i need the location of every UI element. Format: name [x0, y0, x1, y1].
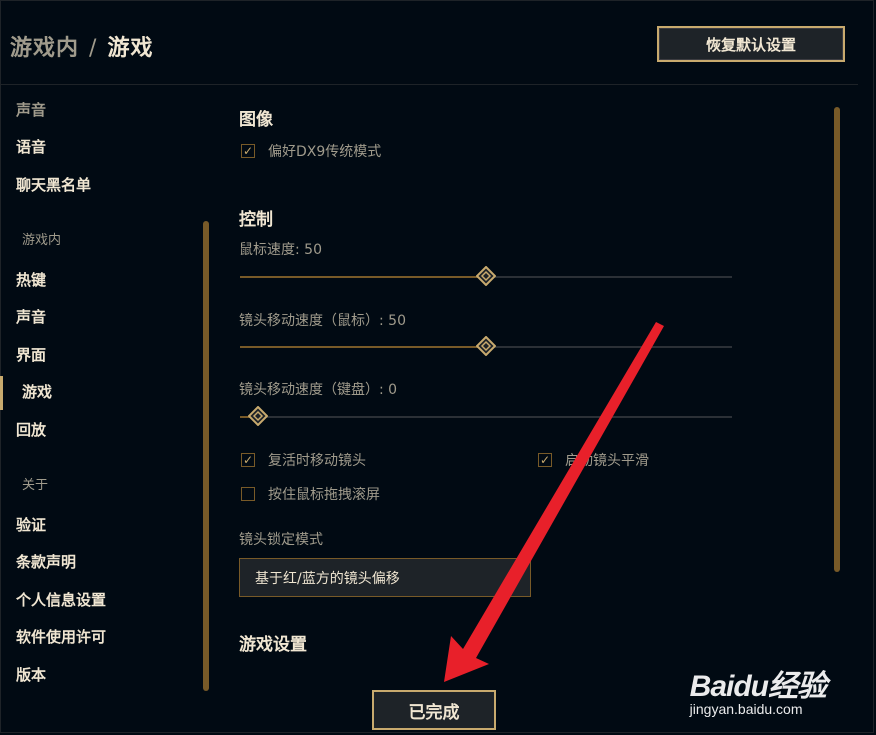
slider-thumb-diamond-icon[interactable]: [476, 266, 496, 286]
sidebar-item-terms[interactable]: 条款声明: [16, 551, 76, 572]
sidebar-section-ingame: 游戏内: [22, 233, 62, 248]
baidu-watermark: Baidu经验 jingyan.baidu.com: [689, 661, 827, 717]
drag-scroll-label: 按住鼠标拖拽滚屏: [268, 487, 380, 503]
sidebar-item-voice[interactable]: 语音: [16, 136, 46, 157]
chevron-down-icon: ▾: [513, 570, 520, 584]
smooth-camera-label: 启动镜头平滑: [565, 453, 649, 469]
sidebar-item-license[interactable]: 软件使用许可: [16, 626, 106, 647]
sidebar-item-privacy[interactable]: 个人信息设置: [16, 589, 106, 610]
section-title-controls: 控制: [239, 210, 273, 230]
sidebar-scrollbar[interactable]: [203, 221, 209, 691]
respawn-camera-option[interactable]: ✓ 复活时移动镜头: [241, 450, 366, 470]
camera-keyboard-speed-label: 镜头移动速度（键盘）: 0: [239, 382, 398, 398]
respawn-camera-label: 复活时移动镜头: [268, 453, 366, 469]
drag-scroll-checkbox[interactable]: [241, 487, 255, 501]
mouse-speed-slider[interactable]: [240, 262, 732, 292]
section-title-graphics: 图像: [239, 110, 273, 130]
smooth-camera-option[interactable]: ✓ 启动镜头平滑: [538, 450, 649, 470]
slider-thumb-diamond-icon[interactable]: [248, 406, 268, 426]
slider-track: [240, 416, 732, 418]
camera-lock-mode-dropdown[interactable]: 基于红/蓝方的镜头偏移 ▾: [239, 558, 531, 597]
header-divider: [0, 84, 858, 85]
breadcrumb-separator: /: [89, 36, 98, 61]
sidebar-item-chat-blacklist[interactable]: 聊天黑名单: [16, 174, 91, 195]
sidebar-item-sound[interactable]: 声音: [16, 99, 46, 120]
sidebar-item-verify[interactable]: 验证: [16, 514, 46, 535]
camera-lock-mode-label: 镜头锁定模式: [239, 532, 323, 548]
dx9-label: 偏好DX9传统模式: [268, 144, 382, 160]
section-title-game-settings: 游戏设置: [239, 635, 307, 655]
camera-mouse-speed-label: 镜头移动速度（鼠标）: 50: [239, 313, 406, 329]
baidu-jingyan-logo: Baidu经验: [689, 670, 827, 703]
sidebar-item-version[interactable]: 版本: [16, 664, 46, 685]
main-scrollbar[interactable]: [834, 107, 840, 572]
sidebar-item-game[interactable]: 游戏: [22, 381, 52, 402]
respawn-camera-checkbox[interactable]: ✓: [241, 453, 255, 467]
breadcrumb-parent[interactable]: 游戏内: [10, 36, 79, 61]
slider-thumb-diamond-icon[interactable]: [476, 336, 496, 356]
camera-keyboard-speed-slider[interactable]: [240, 402, 732, 432]
slider-fill: [240, 346, 486, 348]
camera-mouse-speed-slider[interactable]: [240, 332, 732, 362]
sidebar-item-ingame-sound[interactable]: 声音: [16, 306, 46, 327]
dx9-checkbox[interactable]: ✓: [241, 144, 255, 158]
sidebar-item-hotkeys[interactable]: 热键: [16, 269, 46, 290]
breadcrumb-current: 游戏: [107, 36, 154, 61]
drag-scroll-option[interactable]: 按住鼠标拖拽滚屏: [241, 484, 380, 504]
dx9-option[interactable]: ✓ 偏好DX9传统模式: [241, 141, 381, 161]
slider-fill: [240, 276, 486, 278]
done-button[interactable]: 已完成: [372, 690, 496, 730]
sidebar-item-replay[interactable]: 回放: [16, 419, 46, 440]
sidebar-active-indicator: [0, 376, 3, 410]
camera-lock-mode-value: 基于红/蓝方的镜头偏移: [255, 570, 400, 587]
settings-window: [0, 0, 874, 733]
sidebar-item-interface[interactable]: 界面: [16, 344, 46, 365]
page-title: 游戏内 / 游戏: [10, 30, 153, 62]
restore-defaults-button[interactable]: 恢复默认设置: [657, 26, 845, 62]
smooth-camera-checkbox[interactable]: ✓: [538, 453, 552, 467]
mouse-speed-label: 鼠标速度: 50: [239, 242, 322, 258]
sidebar-section-about: 关于: [22, 478, 49, 493]
